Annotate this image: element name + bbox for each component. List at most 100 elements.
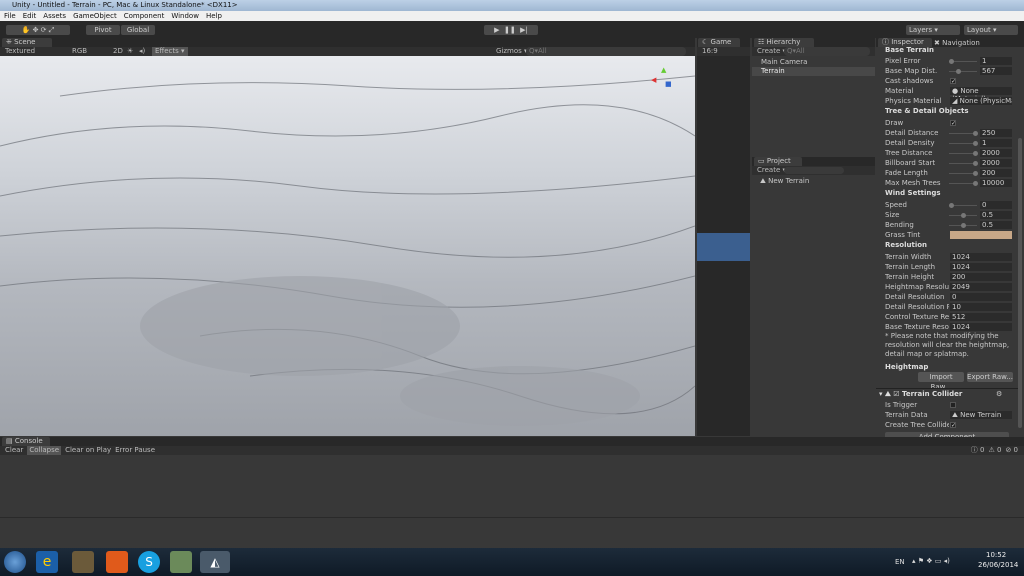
slider-knob[interactable] (973, 171, 978, 176)
y-axis-icon[interactable]: ▲ (661, 66, 666, 74)
rotate-tool-icon[interactable]: ⟳ (41, 26, 47, 34)
menu-file[interactable]: File (4, 11, 16, 21)
resolution-field[interactable]: 10 (950, 303, 1012, 311)
warning-count[interactable]: ⚠ 0 (988, 446, 1001, 455)
slider-value-field[interactable]: 0.5 (980, 211, 1012, 219)
resolution-field[interactable]: 2049 (950, 283, 1012, 291)
menu-window[interactable]: Window (171, 11, 199, 21)
tab-project[interactable]: ▭ Project (754, 157, 802, 166)
menu-component[interactable]: Component (124, 11, 165, 21)
pause-button[interactable]: ❚❚ (504, 26, 516, 34)
create-tree-collider-checkbox[interactable]: ✓ (950, 422, 956, 428)
slider-knob[interactable] (961, 213, 966, 218)
shading-dropdown[interactable]: Textured (5, 47, 35, 56)
layout-dropdown[interactable]: Layout ▾ (964, 25, 1018, 35)
step-button[interactable]: ▶| (520, 26, 528, 34)
slider-knob[interactable] (961, 223, 966, 228)
internet-explorer-icon[interactable]: e (36, 551, 58, 573)
material-field[interactable]: ● None (Material) (950, 87, 1012, 95)
slider-knob[interactable] (973, 141, 978, 146)
collapse-button[interactable]: Collapse (27, 446, 61, 455)
project-create-button[interactable]: Create ▾ (757, 166, 786, 175)
menu-gameobject[interactable]: GameObject (73, 11, 117, 21)
menu-help[interactable]: Help (206, 11, 222, 21)
pivot-button[interactable]: Pivot (86, 25, 120, 35)
layers-dropdown[interactable]: Layers ▾ (906, 25, 960, 35)
tray-icons[interactable]: ▴ ⚑ ❖ ▭ ◂) (912, 557, 950, 565)
tab-navigation[interactable]: ✖ Navigation (934, 39, 980, 47)
clear-on-play-button[interactable]: Clear on Play (65, 446, 111, 455)
slider-value-field[interactable]: 2000 (980, 159, 1012, 167)
clock-time[interactable]: 10:52 (986, 551, 1006, 559)
resolution-field[interactable]: 1024 (950, 263, 1012, 271)
hierarchy-search-input[interactable]: Q▾All (784, 47, 870, 56)
slider[interactable] (949, 61, 977, 62)
error-pause-button[interactable]: Error Pause (115, 446, 155, 455)
tab-inspector[interactable]: ⓘ Inspector (878, 38, 932, 47)
hierarchy-item[interactable]: Main Camera (752, 58, 875, 67)
tab-console[interactable]: ▤ Console (2, 437, 50, 446)
tab-hierarchy[interactable]: ☷ Hierarchy (754, 38, 814, 47)
x-axis-icon[interactable]: ◀ (651, 76, 656, 84)
import-raw-button[interactable]: Import Raw... (918, 372, 964, 382)
slider-value-field[interactable]: 1 (980, 139, 1012, 147)
info-count[interactable]: ⓘ 0 (971, 446, 985, 455)
audio-icon[interactable]: ◂) (139, 47, 145, 56)
slider-value-field[interactable]: 567 (980, 67, 1012, 75)
physics-material-field[interactable]: ◢ None (PhysicMa (950, 97, 1012, 105)
slider[interactable] (949, 173, 977, 174)
slider-knob[interactable] (973, 151, 978, 156)
component-settings-icon[interactable]: ⚙ (996, 390, 1002, 398)
slider-knob[interactable] (949, 203, 954, 208)
draw-checkbox[interactable]: ✓ (950, 120, 956, 126)
scene-gizmo-axes[interactable]: ▲ ◀ ■ (651, 66, 677, 92)
project-item[interactable]: ⛰ New Terrain (760, 177, 809, 186)
slider[interactable] (949, 183, 977, 184)
grass-tint-color[interactable] (950, 231, 1012, 239)
slider-knob[interactable] (956, 69, 961, 74)
hand-tool-icon[interactable]: ✋ (22, 26, 31, 34)
slider[interactable] (949, 163, 977, 164)
effects-dropdown[interactable]: Effects ▾ (152, 47, 188, 56)
terrain-data-field[interactable]: ⛰ New Terrain (950, 411, 1012, 419)
slider-knob[interactable] (973, 131, 978, 136)
z-axis-icon[interactable]: ■ (665, 80, 672, 88)
inspector-scrollbar[interactable] (1018, 138, 1022, 428)
start-button[interactable] (4, 551, 26, 573)
error-count[interactable]: ⊘ 0 (1005, 446, 1018, 455)
unity-taskbar-icon[interactable]: ◭ (200, 551, 230, 573)
slider-value-field[interactable]: 10000 (980, 179, 1012, 187)
scene-search-input[interactable]: Q▾All (526, 47, 686, 56)
sublime-icon[interactable] (72, 551, 94, 573)
slider[interactable] (949, 143, 977, 144)
slider-value-field[interactable]: 250 (980, 129, 1012, 137)
resolution-field[interactable]: 512 (950, 313, 1012, 321)
app-icon[interactable] (106, 551, 128, 573)
slider[interactable] (949, 153, 977, 154)
hierarchy-create-button[interactable]: Create ▾ (757, 47, 786, 56)
slider-value-field[interactable]: 1 (980, 57, 1012, 65)
2d-toggle[interactable]: 2D (113, 47, 123, 56)
scale-tool-icon[interactable]: ⤢ (49, 26, 55, 34)
resolution-field[interactable]: 1024 (950, 253, 1012, 261)
slider[interactable] (949, 71, 977, 72)
slider-value-field[interactable]: 200 (980, 169, 1012, 177)
resolution-field[interactable]: 0 (950, 293, 1012, 301)
slider[interactable] (949, 205, 977, 206)
slider[interactable] (949, 215, 977, 216)
slider[interactable] (949, 225, 977, 226)
slider-value-field[interactable]: 2000 (980, 149, 1012, 157)
tab-scene[interactable]: ⁜ Scene (2, 38, 52, 47)
scene-viewport[interactable]: ▲ ◀ ■ (0, 56, 695, 436)
slider-value-field[interactable]: 0.5 (980, 221, 1012, 229)
terrain-collider-header[interactable]: ▾ ⛰ ☑ Terrain Collider (879, 390, 962, 399)
export-raw-button[interactable]: Export Raw... (967, 372, 1013, 382)
image-viewer-icon[interactable] (170, 551, 192, 573)
gizmos-dropdown[interactable]: Gizmos ▾ (496, 47, 528, 56)
slider-knob[interactable] (973, 161, 978, 166)
is-trigger-checkbox[interactable] (950, 402, 956, 408)
clear-button[interactable]: Clear (5, 446, 23, 455)
menu-assets[interactable]: Assets (43, 11, 66, 21)
move-tool-icon[interactable]: ✥ (33, 26, 39, 34)
resolution-field[interactable]: 1024 (950, 323, 1012, 331)
